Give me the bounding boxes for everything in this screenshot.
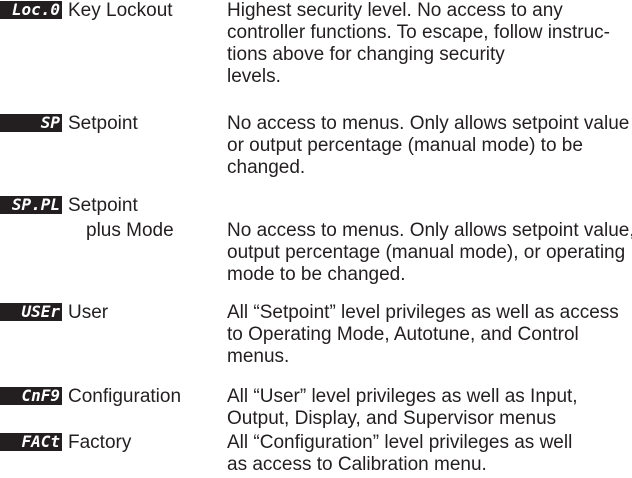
description-line: No access to menus. Only allows setpoint… <box>227 113 630 134</box>
level-name: Setpoint <box>68 195 138 216</box>
description-line: controller functions. To escape, follow … <box>227 22 610 43</box>
display-code-badge: USEr <box>0 303 62 321</box>
description-line: to Operating Mode, Autotune, and Control <box>227 324 579 345</box>
level-description: All “Configuration” level privileges as … <box>227 432 632 476</box>
description-line: Output, Display, and Supervisor menus <box>227 408 557 429</box>
display-code-badge: SP.PL <box>0 196 62 214</box>
level-description: All “User” level privileges as well as I… <box>227 386 632 430</box>
level-description: No access to menus. Only allows setpoint… <box>227 220 632 286</box>
description-line: as access to Calibration menu. <box>227 454 487 475</box>
description-line: or output percentage (manual mode) to be <box>227 135 583 156</box>
display-code-badge: CnF9 <box>0 387 62 405</box>
description-line: All “Setpoint” level privileges as well … <box>227 302 619 323</box>
description-line: No access to menus. Only allows setpoint… <box>227 220 632 241</box>
description-line: menus. <box>227 346 290 367</box>
description-line: tions above for changing security <box>227 44 505 65</box>
description-line: changed. <box>227 157 306 178</box>
description-line: output percentage (manual mode), or oper… <box>227 242 626 263</box>
level-description: Highest security level. No access to any… <box>227 0 632 88</box>
description-line: All “User” level privileges as well as I… <box>227 386 578 407</box>
description-line: Highest security level. No access to any <box>227 0 563 21</box>
description-line: All “Configuration” level privileges as … <box>227 432 573 453</box>
level-description: No access to menus. Only allows setpoint… <box>227 113 632 179</box>
description-line: mode to be changed. <box>227 264 406 285</box>
display-code-badge: SP <box>0 114 62 132</box>
level-name: Key Lockout <box>68 0 173 21</box>
display-code-badge: Loc.0 <box>0 1 62 19</box>
level-name-continued: plus Mode <box>86 220 174 241</box>
display-code-badge: FACt <box>0 433 62 451</box>
description-line: levels. <box>227 66 281 87</box>
level-name: Factory <box>68 432 132 453</box>
level-name: Configuration <box>68 386 182 407</box>
level-name: Setpoint <box>68 113 138 134</box>
level-name: User <box>68 302 109 323</box>
level-description: All “Setpoint” level privileges as well … <box>227 302 632 368</box>
